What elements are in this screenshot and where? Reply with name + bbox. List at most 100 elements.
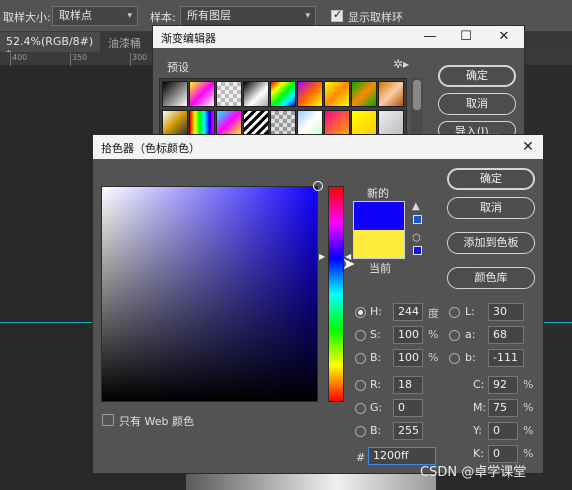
red-label: R: xyxy=(370,378,382,391)
black-unit: % xyxy=(523,447,534,460)
cyan-input[interactable]: 92 xyxy=(488,376,518,394)
lightness-label: L: xyxy=(465,305,475,318)
gradient-preset[interactable] xyxy=(216,110,242,136)
color-libraries-button[interactable]: 颜色库 xyxy=(447,267,535,289)
out-of-gamut-warning-icon[interactable]: ▲ xyxy=(412,201,420,212)
color-picker-window: 拾色器（色标颜色） ✕ ▶ ◀ 新的 当前 ▲ ⬡ 确定 取消 添加到色板 颜色… xyxy=(92,134,544,474)
current-color-swatch[interactable] xyxy=(354,230,404,258)
web-colors-only-checkbox[interactable] xyxy=(102,414,114,426)
gradient-preset[interactable] xyxy=(162,81,188,107)
brightness-unit: % xyxy=(428,351,439,364)
gradient-preset[interactable] xyxy=(189,81,215,107)
mouse-cursor-icon: ➤ xyxy=(342,254,356,273)
sample-label: 样本: xyxy=(150,11,176,24)
new-color-swatch xyxy=(354,202,404,230)
red-radio[interactable] xyxy=(355,380,366,391)
gamut-color-swatch[interactable] xyxy=(413,215,422,224)
close-icon[interactable]: ✕ xyxy=(513,135,543,159)
gradient-preset[interactable] xyxy=(189,110,215,136)
b-channel-input[interactable]: -111 xyxy=(488,349,524,367)
gradient-preset[interactable] xyxy=(243,81,269,107)
show-ring-label: 显示取样环 xyxy=(348,11,403,24)
gradient-preset[interactable] xyxy=(243,110,269,136)
a-channel-input[interactable]: 68 xyxy=(488,326,524,344)
green-input[interactable]: 0 xyxy=(393,399,423,417)
ruler-tick: 300 xyxy=(129,53,148,66)
watermark: CSDN @卓学课堂 xyxy=(420,465,527,480)
sample-size-select[interactable]: 取样点 ▾ xyxy=(52,6,138,26)
brightness-input[interactable]: 100 xyxy=(393,349,423,367)
gradient-preset[interactable] xyxy=(297,81,323,107)
saturation-input[interactable]: 100 xyxy=(393,326,423,344)
green-radio[interactable] xyxy=(355,403,366,414)
sample-select[interactable]: 所有图层 ▾ xyxy=(180,6,316,26)
gradient-editor-window: 渐变编辑器 — ☐ ✕ 预设 ✲▸ 确定 取消 导入(I)... xyxy=(152,25,525,142)
document-tab-active[interactable]: 52.4%(RGB/8#) * × xyxy=(0,32,100,61)
gradient-preset[interactable] xyxy=(216,81,242,107)
chevron-down-icon: ▾ xyxy=(305,11,310,21)
black-label: K: xyxy=(473,447,484,460)
hue-slider[interactable] xyxy=(328,186,344,402)
blue-radio[interactable] xyxy=(355,426,366,437)
cyan-unit: % xyxy=(523,378,534,391)
ruler-tick: 350 xyxy=(69,53,88,66)
hue-label: H: xyxy=(370,305,382,318)
magenta-input[interactable]: 75 xyxy=(488,399,518,417)
b-channel-label: b: xyxy=(465,351,476,364)
web-colors-only-label: 只有 Web 颜色 xyxy=(119,415,194,428)
scrollbar-thumb[interactable] xyxy=(413,80,421,110)
sample-size-label: 取样大小: xyxy=(3,11,51,24)
green-label: G: xyxy=(370,401,383,414)
brightness-label: B: xyxy=(370,351,382,364)
gradient-preset[interactable] xyxy=(270,81,296,107)
current-color-label: 当前 xyxy=(369,262,391,275)
show-ring-checkbox[interactable] xyxy=(331,8,343,22)
hex-label: # xyxy=(356,451,366,464)
color-picker-titlebar: 拾色器（色标颜色） xyxy=(93,135,543,159)
sample-value: 所有图层 xyxy=(187,9,231,22)
ok-button[interactable]: 确定 xyxy=(447,168,535,190)
close-icon[interactable]: ✕ xyxy=(489,26,519,48)
cancel-button[interactable]: 取消 xyxy=(447,197,535,219)
hue-slider-left-arrow-icon[interactable]: ▶ xyxy=(319,252,325,261)
preset-scrollbar[interactable] xyxy=(411,78,423,142)
blue-input[interactable]: 255 xyxy=(393,422,423,440)
sample-size-value: 取样点 xyxy=(59,9,92,22)
gear-icon[interactable]: ✲▸ xyxy=(393,57,409,71)
presets-label: 预设 xyxy=(167,61,189,74)
web-safe-cube-icon[interactable]: ⬡ xyxy=(412,233,421,244)
gradient-preset[interactable] xyxy=(378,81,404,107)
hue-input[interactable]: 244 xyxy=(393,303,423,321)
document-tab-label: 油漆桶 xyxy=(108,37,141,50)
lightness-input[interactable]: 30 xyxy=(488,303,524,321)
color-field-marker[interactable] xyxy=(313,181,323,191)
gradient-preset[interactable] xyxy=(324,110,350,136)
magenta-unit: % xyxy=(523,401,534,414)
minimize-icon[interactable]: — xyxy=(415,26,445,48)
gradient-preset[interactable] xyxy=(297,110,323,136)
gradient-preset[interactable] xyxy=(351,81,377,107)
b-channel-radio[interactable] xyxy=(449,353,460,364)
add-to-swatches-button[interactable]: 添加到色板 xyxy=(447,232,535,254)
cancel-button[interactable]: 取消 xyxy=(438,93,516,115)
yellow-input[interactable]: 0 xyxy=(488,422,518,440)
red-input[interactable]: 18 xyxy=(393,376,423,394)
gradient-preset[interactable] xyxy=(351,110,377,136)
gradient-preset[interactable] xyxy=(270,110,296,136)
a-channel-radio[interactable] xyxy=(449,330,460,341)
gradient-preset[interactable] xyxy=(324,81,350,107)
ok-button[interactable]: 确定 xyxy=(438,65,516,87)
color-field[interactable] xyxy=(101,186,318,402)
hue-unit: 度 xyxy=(428,307,439,320)
lightness-radio[interactable] xyxy=(449,307,460,318)
gradient-editor-title: 渐变编辑器 xyxy=(161,32,216,45)
yellow-label: Y: xyxy=(473,424,482,437)
maximize-icon[interactable]: ☐ xyxy=(451,26,481,48)
hue-radio[interactable] xyxy=(355,307,366,318)
brightness-radio[interactable] xyxy=(355,353,366,364)
web-safe-color-swatch[interactable] xyxy=(413,246,422,255)
gradient-preset[interactable] xyxy=(378,110,404,136)
gradient-preset[interactable] xyxy=(162,110,188,136)
saturation-radio[interactable] xyxy=(355,330,366,341)
ruler-tick: 400 xyxy=(9,53,28,66)
